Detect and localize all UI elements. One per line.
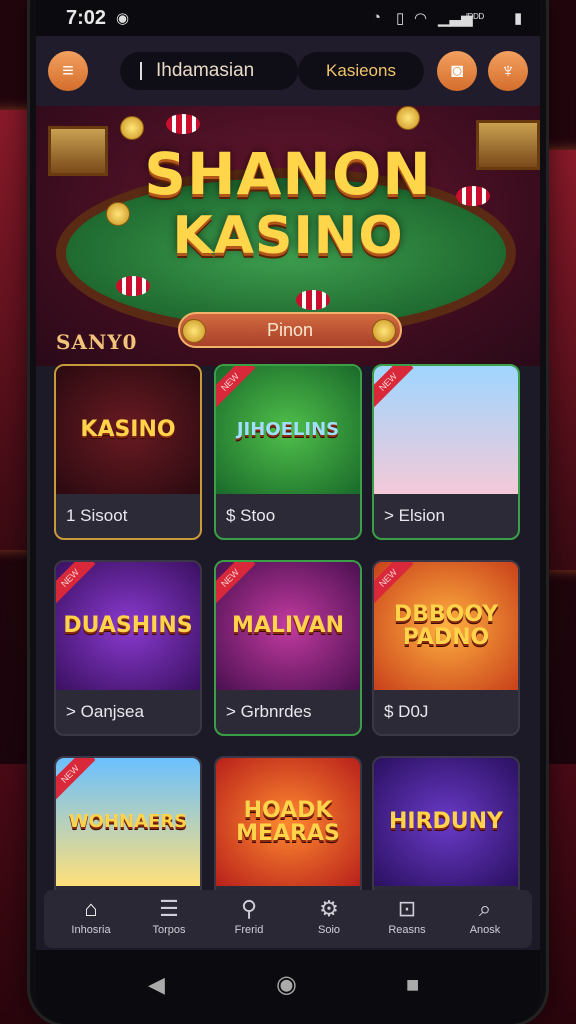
poker-chip: [116, 276, 150, 296]
nav-friends[interactable]: ⚲ Frerid: [214, 896, 284, 936]
nav-label: Anosk: [469, 924, 501, 936]
nav-label: Inhosria: [71, 924, 111, 936]
profile-button[interactable]: ♆: [488, 51, 528, 91]
nav-label: Soio: [317, 924, 341, 936]
game-card[interactable]: DBBOOY PADNO NEW $ D0J: [372, 560, 520, 736]
game-label: > Elsion: [384, 506, 445, 525]
button-coin-right: [372, 319, 396, 343]
game-thumbnail: KASINO: [56, 366, 200, 494]
game-art-title: MALIVAN: [231, 613, 345, 639]
magnifier-icon: ⌕: [478, 896, 492, 921]
app-screen: 7:02 ◉ ◔ ▯ ◠ ▁▃▅ ᴵᴰᴰᴰ ▮ ≡ Ihdamasian Kas…: [36, 0, 540, 1024]
hero-play-button[interactable]: Pinon: [178, 312, 402, 348]
cursor-bar: [140, 62, 142, 80]
camera-button[interactable]: ◙: [437, 51, 477, 91]
casino-tab-label: Kasieons: [326, 61, 396, 80]
nav-label: Torpos: [152, 924, 186, 936]
game-card[interactable]: DUASHINS NEW > Oanjsea: [54, 560, 202, 736]
nav-search[interactable]: ⌕ Anosk: [450, 896, 520, 936]
nav-rewards[interactable]: ⊡ Reasns: [372, 896, 442, 936]
user-icon: ♆: [500, 59, 516, 82]
back-icon[interactable]: ◀: [148, 972, 165, 998]
hero-button-label: Pinon: [266, 319, 314, 340]
language-selector[interactable]: Ihdamasian: [120, 52, 298, 90]
system-navigation-bar: ◀ ◉ ■: [36, 950, 540, 1024]
message-icon: ◉: [116, 10, 130, 27]
game-art-title: JIHOELINS: [236, 418, 340, 440]
poker-chip: [296, 290, 330, 310]
game-label: $ D0J: [384, 702, 429, 721]
nav-settings[interactable]: ⚙ Soio: [294, 896, 364, 936]
game-art-title: DBBOOY PADNO: [393, 601, 499, 650]
gear-icon: ⚙: [319, 896, 339, 921]
wifi-icon: ◠: [414, 10, 428, 27]
recents-icon[interactable]: ■: [406, 972, 419, 998]
hero-title-line1: SHANON: [144, 140, 432, 208]
bottom-navigation: ⌂ Inhosria ☰ Torpos ⚲ Frerid ⚙ Soio ⊡ Re…: [44, 890, 532, 948]
game-label: > Oanjsea: [66, 702, 144, 721]
hero-title-line2: KASINO: [172, 206, 404, 266]
game-label: $ Stoo: [226, 506, 276, 525]
game-art-title: KASINO: [80, 417, 176, 443]
section-title: SANY0: [56, 330, 138, 354]
gold-coin: [120, 116, 144, 140]
battery-percent: ᴵᴰᴰᴰ: [466, 11, 485, 25]
home-circle-icon[interactable]: ◉: [276, 970, 297, 999]
nav-label: Reasns: [388, 924, 426, 936]
alarm-icon: ◔: [372, 9, 382, 26]
game-label: > Grbnrdes: [226, 702, 312, 721]
nav-home[interactable]: ⌂ Inhosria: [56, 896, 126, 936]
battery-icon: ▮: [514, 10, 523, 27]
button-coin-left: [182, 319, 206, 343]
stack-icon: ☰: [159, 896, 179, 921]
search-icon: ⚲: [240, 896, 258, 921]
app-header: ≡ Ihdamasian Kasieons ◙ ♆: [36, 36, 540, 106]
status-time: 7:02: [66, 7, 107, 29]
nav-label: Frerid: [234, 924, 264, 936]
game-label: 1 Sisoot: [66, 506, 128, 525]
game-art-title: WOHNAERS: [68, 810, 188, 832]
game-art-title: DUASHINS: [63, 613, 193, 639]
gold-coin: [396, 106, 420, 130]
game-card[interactable]: NEW > Elsion: [372, 364, 520, 540]
camera-icon: ◙: [450, 59, 464, 82]
game-art-title: HIRDUNY: [388, 809, 503, 835]
poker-chip: [166, 114, 200, 134]
vibrate-icon: ▯: [396, 10, 405, 27]
game-card[interactable]: JIHOELINS NEW $ Stoo: [214, 364, 362, 540]
language-label: Ihdamasian: [156, 60, 255, 81]
menu-button[interactable]: ≡: [48, 51, 88, 91]
game-card[interactable]: KASINO 1 Sisoot: [54, 364, 202, 540]
casino-tab[interactable]: Kasieons: [298, 52, 424, 90]
phone-frame: 7:02 ◉ ◔ ▯ ◠ ▁▃▅ ᴵᴰᴰᴰ ▮ ≡ Ihdamasian Kas…: [30, 0, 546, 1024]
game-card[interactable]: MALIVAN NEW > Grbnrdes: [214, 560, 362, 736]
game-thumbnail: HIRDUNY: [374, 758, 518, 886]
home-icon: ⌂: [84, 896, 98, 921]
folder-icon: ⊡: [397, 896, 417, 921]
hamburger-icon: ≡: [62, 59, 74, 82]
game-art-title: HOADK MEARAS: [236, 797, 340, 846]
hero-banner[interactable]: SHANON KASINO Pinon: [36, 106, 540, 366]
status-bar: 7:02 ◉ ◔ ▯ ◠ ▁▃▅ ᴵᴰᴰᴰ ▮: [36, 0, 540, 36]
nav-tournaments[interactable]: ☰ Torpos: [134, 896, 204, 936]
game-thumbnail: HOADK MEARAS: [216, 758, 360, 886]
